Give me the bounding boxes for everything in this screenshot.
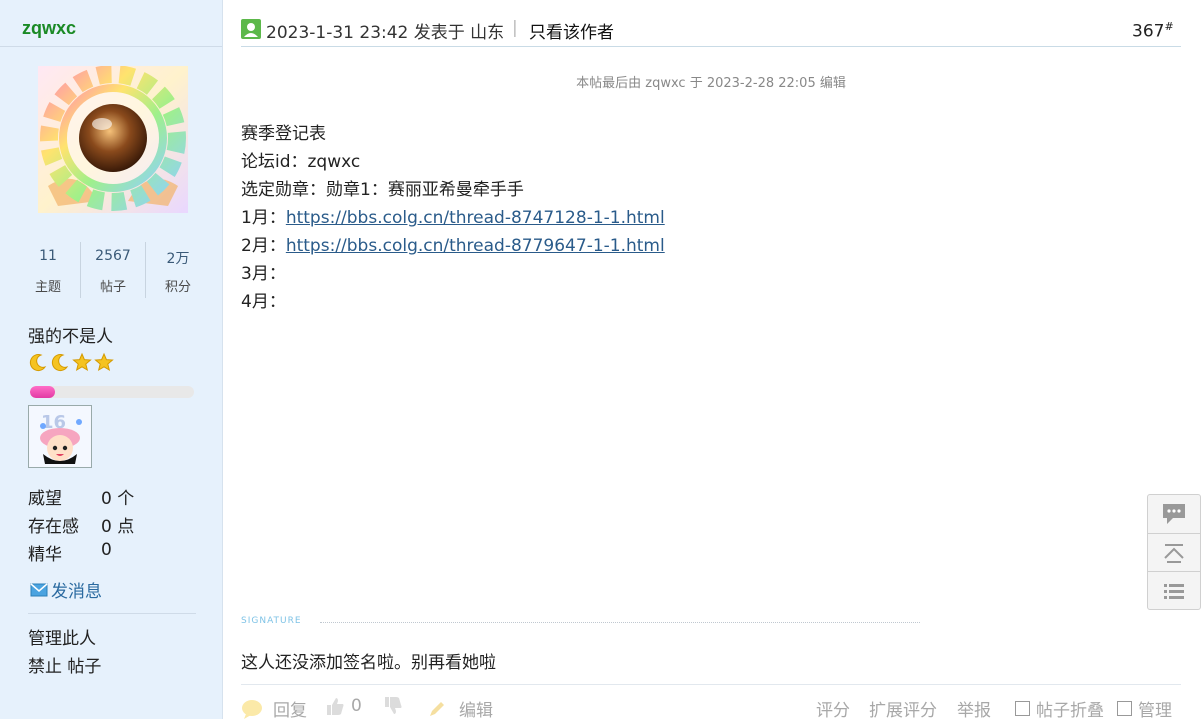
credit-digest: 精华 0 — [28, 540, 208, 568]
author-username[interactable]: zqwxc — [22, 18, 76, 39]
author-sidebar: zqwxc 11 主题 2567 帖子 2万 积分 强的不是人 16 威望 0 … — [0, 0, 223, 719]
stat-posts-count: 2567 — [95, 248, 131, 264]
signature-divider — [320, 622, 920, 623]
floating-toolbar — [1147, 494, 1201, 610]
report-label: 举报 — [957, 701, 991, 721]
stat-posts-label: 帖子 — [99, 280, 126, 295]
header-divider — [241, 46, 1181, 47]
fold-post-toggle[interactable]: 帖子折叠 — [1015, 696, 1104, 721]
reply-bubble-icon — [242, 699, 262, 719]
manage-post-toggle[interactable]: 管理 — [1117, 696, 1172, 721]
author-stats: 11 主题 2567 帖子 2万 积分 — [16, 242, 210, 298]
reply-button[interactable]: 回复 — [241, 696, 307, 721]
stat-threads[interactable]: 11 主题 — [16, 242, 80, 298]
reply-label: 回复 — [273, 701, 307, 721]
stat-threads-count: 11 — [39, 248, 57, 264]
post-timestamp: 2023-1-31 23:42 发表于 山东 — [266, 23, 505, 43]
post-actions: 回复 0 编辑 评分 扩展评分 举报 帖子折叠 管理 — [241, 694, 1181, 721]
send-message-link[interactable]: 发消息 — [30, 577, 102, 602]
list-view-button[interactable] — [1148, 572, 1200, 610]
content-line: 4月： — [241, 292, 286, 312]
floor-number[interactable]: 367# — [1132, 20, 1174, 42]
thumbs-down-icon — [385, 697, 402, 714]
extended-rate-button[interactable]: 扩展评分 — [869, 696, 937, 721]
floor-mark: # — [1164, 20, 1174, 33]
content-line: 论坛id：zqwxc — [241, 152, 361, 172]
sidebar-divider — [0, 46, 222, 47]
extended-rate-label: 扩展评分 — [869, 701, 937, 721]
manage-label: 管理 — [1138, 701, 1172, 721]
content-line: 1月：https://bbs.colg.cn/thread-8747128-1-… — [241, 204, 665, 232]
stat-points-label: 积分 — [164, 280, 191, 295]
envelope-icon — [30, 582, 48, 596]
level-stars — [28, 352, 114, 372]
thread-link[interactable]: https://bbs.colg.cn/thread-8747128-1-1.h… — [286, 208, 665, 228]
report-button[interactable]: 举报 — [957, 696, 991, 721]
footer-divider — [241, 684, 1181, 685]
avatar[interactable] — [38, 66, 188, 213]
month-label: 1月： — [241, 208, 286, 228]
like-count: 0 — [351, 696, 362, 716]
rate-button[interactable]: 评分 — [816, 696, 850, 721]
content-line: 赛季登记表 — [241, 124, 326, 144]
manage-checkbox[interactable] — [1117, 701, 1132, 716]
stat-threads-label: 主题 — [34, 280, 61, 295]
send-message-label: 发消息 — [51, 582, 102, 602]
pencil-icon — [430, 701, 444, 716]
post-content: 赛季登记表 论坛id：zqwxc 选定勋章：勋章1：赛丽亚希曼牵手手 1月：ht… — [241, 120, 665, 316]
dislike-button[interactable] — [383, 696, 405, 716]
content-line: 选定勋章：勋章1：赛丽亚希曼牵手手 — [241, 180, 524, 200]
month-label: 2月： — [241, 236, 286, 256]
only-author-link[interactable]: 只看该作者 — [529, 18, 614, 43]
header-separator: | — [512, 18, 518, 38]
stat-points-count: 2万 — [166, 251, 190, 267]
author-credits: 威望 0 个 存在感 0 点 精华 0 — [28, 484, 208, 568]
moon-icon — [51, 354, 69, 371]
floor-number-value: 367 — [1132, 21, 1165, 42]
moon-icon — [29, 354, 47, 371]
manage-user-link[interactable]: 管理此人 — [28, 625, 101, 653]
credit-presence: 存在感 0 点 — [28, 512, 208, 540]
online-user-icon — [241, 19, 261, 39]
back-to-top-button[interactable] — [1148, 534, 1200, 572]
star-icon — [94, 352, 114, 372]
ban-row: 禁止 帖子 — [28, 653, 101, 681]
rate-label: 评分 — [816, 701, 850, 721]
sidebar-divider — [28, 613, 196, 614]
fold-checkbox[interactable] — [1015, 701, 1030, 716]
fold-label: 帖子折叠 — [1036, 701, 1104, 721]
back-to-top-icon — [1164, 544, 1184, 563]
star-icon — [72, 352, 92, 372]
credit-value: 0 个 — [101, 489, 135, 509]
rank-title: 强的不是人 — [28, 327, 113, 347]
medal-badge[interactable]: 16 — [28, 405, 92, 468]
content-line: 3月： — [241, 264, 286, 284]
credit-key: 精华 — [28, 545, 62, 565]
chat-bubble-icon — [1163, 504, 1185, 524]
credit-prestige: 威望 0 个 — [28, 484, 208, 512]
signature-label: SIGNATURE — [241, 616, 302, 626]
like-button[interactable]: 0 — [325, 696, 362, 716]
thumbs-up-icon — [327, 698, 344, 715]
thread-link[interactable]: https://bbs.colg.cn/thread-8779647-1-1.h… — [286, 236, 665, 256]
edit-label: 编辑 — [459, 701, 493, 721]
edited-note: 本帖最后由 zqwxc 于 2023-2-28 22:05 编辑 — [576, 76, 846, 91]
ban-posts-link[interactable]: 帖子 — [67, 657, 101, 677]
level-progress-bar — [30, 386, 194, 398]
edit-button[interactable]: 编辑 — [427, 696, 493, 721]
level-progress-fill — [30, 386, 55, 398]
credit-key: 威望 — [28, 489, 62, 509]
credit-value: 0 — [101, 540, 112, 560]
manage-section: 管理此人 禁止 帖子 — [28, 625, 101, 681]
stat-posts[interactable]: 2567 帖子 — [81, 242, 145, 298]
credit-key: 存在感 — [28, 517, 79, 537]
signature-text: 这人还没添加签名啦。别再看她啦 — [241, 653, 496, 673]
ban-link[interactable]: 禁止 — [28, 657, 62, 677]
stat-points[interactable]: 2万 积分 — [146, 242, 210, 298]
credit-value: 0 点 — [101, 517, 135, 537]
content-line: 2月：https://bbs.colg.cn/thread-8779647-1-… — [241, 232, 665, 260]
list-icon — [1164, 584, 1184, 599]
quick-reply-button[interactable] — [1148, 495, 1200, 533]
